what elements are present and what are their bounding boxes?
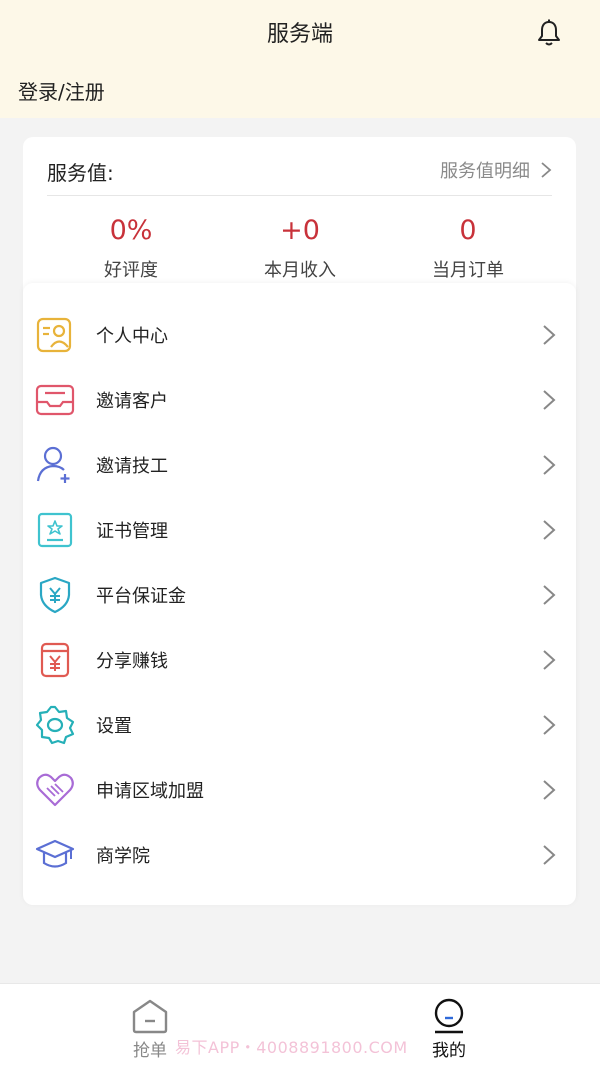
chevron-right-icon [543, 650, 556, 670]
home-icon [132, 999, 168, 1034]
menu-item-label: 邀请技工 [96, 456, 168, 477]
service-value-detail-link[interactable]: 服务值明细 [440, 157, 552, 183]
menu-item-personal-center[interactable]: 个人中心 [23, 299, 576, 364]
header: 服务端 登录/注册 [0, 0, 600, 118]
chevron-right-icon [543, 715, 556, 735]
graduation-cap-icon [35, 839, 75, 868]
menu-item-label: 证书管理 [96, 521, 168, 542]
stat-label: 好评度 [104, 260, 158, 281]
stat-label: 本月收入 [264, 260, 336, 281]
stat-value: +0 [280, 215, 320, 246]
menu-item-label: 个人中心 [96, 326, 168, 347]
menu-item-label: 设置 [96, 716, 132, 737]
chevron-right-icon [543, 845, 556, 865]
menu-item-certificate-management[interactable]: 证书管理 [23, 494, 576, 559]
menu-item-label: 平台保证金 [96, 586, 186, 607]
tab-label: 我的 [432, 1041, 466, 1061]
menu-item-label: 商学院 [96, 846, 150, 867]
stat-monthly-income: +0 本月收入 [220, 215, 380, 282]
login-register-link[interactable]: 登录/注册 [18, 76, 105, 105]
handshake-heart-icon [36, 773, 74, 807]
shield-yuan-icon [39, 576, 71, 614]
stat-label: 当月订单 [432, 260, 504, 281]
menu-item-label: 分享赚钱 [96, 651, 168, 672]
menu-item-regional-franchise[interactable]: 申请区域加盟 [23, 754, 576, 819]
chevron-right-icon [543, 780, 556, 800]
menu-item-label: 邀请客户 [96, 391, 168, 412]
menu-item-business-school[interactable]: 商学院 [23, 819, 576, 884]
stat-value: 0 [459, 215, 477, 246]
stat-rating: 0% 好评度 [51, 215, 211, 282]
money-bag-icon [40, 642, 70, 678]
gear-icon [35, 705, 75, 745]
menu-item-platform-deposit[interactable]: 平台保证金 [23, 559, 576, 624]
divider [47, 195, 552, 196]
add-user-icon [36, 446, 70, 483]
certificate-icon [37, 512, 73, 548]
page-title: 服务端 [266, 22, 333, 47]
id-card-icon [36, 317, 72, 353]
menu-item-invite-technician[interactable]: 邀请技工 [23, 429, 576, 494]
service-value-label: 服务值: [47, 161, 114, 185]
service-value-detail-label: 服务值明细 [440, 161, 530, 182]
menu-item-share-earn[interactable]: 分享赚钱 [23, 624, 576, 689]
stat-value: 0% [109, 215, 153, 246]
menu-item-settings[interactable]: 设置 [23, 689, 576, 754]
envelope-icon [35, 384, 75, 416]
chevron-right-icon [543, 585, 556, 605]
service-value-card: 服务值: 服务值明细 0% 好评度 +0 本月收入 0 当月订单 [23, 137, 576, 307]
menu-item-invite-customer[interactable]: 邀请客户 [23, 364, 576, 429]
chevron-right-icon [543, 390, 556, 410]
menu-list: 个人中心 邀请客户 邀请技工 证书管理 平台保证金 分享赚钱 设置 申请区域加盟… [23, 283, 576, 905]
chevron-right-icon [543, 455, 556, 475]
profile-icon [434, 998, 464, 1034]
chevron-right-icon [543, 325, 556, 345]
tab-mine[interactable]: 我的 [409, 998, 489, 1061]
menu-item-label: 申请区域加盟 [96, 781, 204, 802]
bell-icon[interactable] [534, 18, 564, 48]
chevron-right-icon [541, 162, 552, 178]
stat-monthly-orders: 0 当月订单 [388, 215, 548, 282]
watermark: 易下APP・4008891800.COM [175, 1038, 408, 1057]
chevron-right-icon [543, 520, 556, 540]
